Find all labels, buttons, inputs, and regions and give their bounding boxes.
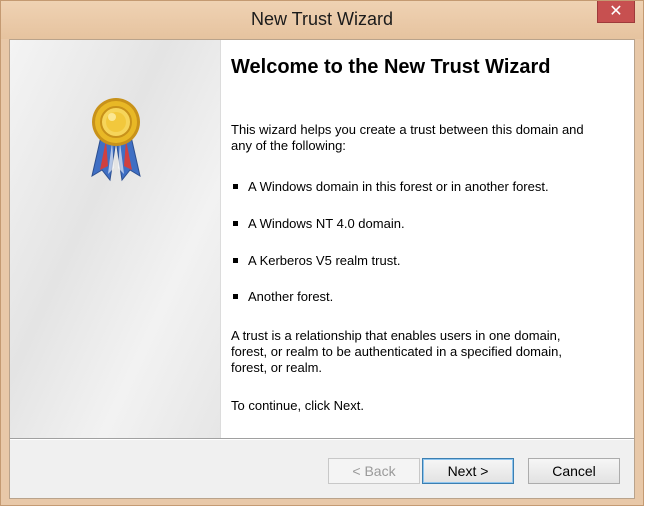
page-title: Welcome to the New Trust Wizard	[231, 56, 551, 78]
list-item: A Kerberos V5 realm trust.	[231, 253, 400, 269]
cancel-button[interactable]: Cancel	[528, 458, 620, 484]
bullet-icon	[233, 221, 238, 227]
list-item-text: A Windows NT 4.0 domain.	[248, 216, 405, 231]
close-icon: ✕	[609, 1, 623, 20]
button-divider	[10, 438, 634, 440]
list-item: A Windows domain in this forest or in an…	[231, 179, 549, 195]
wizard-window: New Trust Wizard ✕ Welcome to the New Tr…	[0, 0, 644, 506]
list-item-text: Another forest.	[248, 289, 334, 304]
wizard-body: Welcome to the New Trust Wizard This wiz…	[9, 39, 635, 499]
list-item-text: A Windows domain in this forest or in an…	[248, 179, 549, 194]
list-item-text: A Kerberos V5 realm trust.	[248, 253, 401, 268]
next-button[interactable]: Next >	[422, 458, 514, 484]
close-button[interactable]: ✕	[597, 1, 635, 23]
bullet-icon	[233, 184, 238, 190]
window-title: New Trust Wizard	[250, 9, 394, 29]
title-bar[interactable]: New Trust Wizard ✕	[1, 1, 643, 39]
list-item: Another forest.	[231, 289, 333, 305]
list-item: A Windows NT 4.0 domain.	[231, 216, 405, 232]
award-ribbon-icon	[91, 98, 141, 182]
intro-text: This wizard helps you create a trust bet…	[231, 122, 584, 153]
bullet-icon	[233, 258, 238, 264]
bullet-icon	[233, 294, 238, 300]
continue-hint: To continue, click Next.	[231, 398, 364, 413]
definition-text: A trust is a relationship that enables u…	[231, 328, 562, 375]
wizard-content: Welcome to the New Trust Wizard This wiz…	[221, 40, 634, 438]
wizard-banner-panel	[10, 40, 221, 438]
back-button[interactable]: < Back	[328, 458, 420, 484]
